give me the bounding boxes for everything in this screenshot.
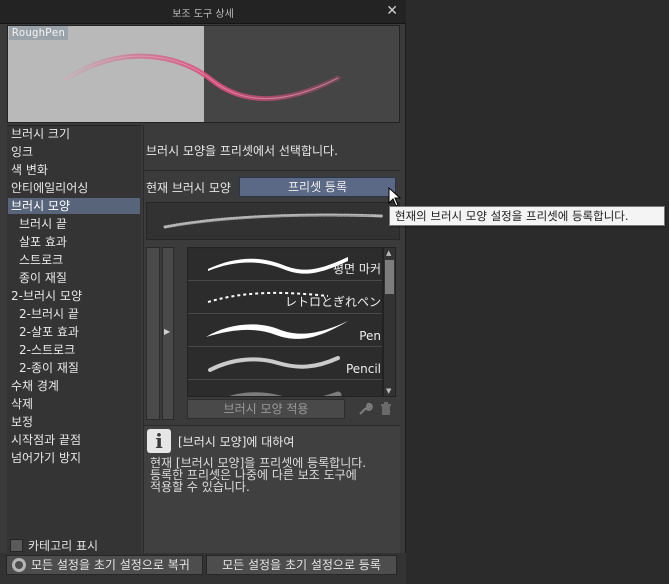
- preview-stroke: [60, 53, 341, 102]
- category-item[interactable]: 수채 경계: [8, 378, 140, 394]
- material-label: レトロとぎれペン: [284, 295, 381, 309]
- material-label: Airbrush: [331, 395, 382, 396]
- category-item[interactable]: 브러시 끝: [8, 216, 140, 232]
- category-item[interactable]: 살포 효과: [8, 234, 140, 250]
- reset-icon: [12, 558, 26, 572]
- material-panel-bar[interactable]: [146, 247, 160, 420]
- category-item[interactable]: 스트로크: [8, 252, 140, 268]
- category-item[interactable]: 보정: [8, 414, 140, 430]
- category-item[interactable]: 브러시 모양: [8, 198, 140, 214]
- info-icon: i: [147, 429, 171, 453]
- category-item[interactable]: 2-브러시 끝: [8, 306, 140, 322]
- category-item[interactable]: 잉크: [8, 144, 140, 160]
- register-preset-button[interactable]: 프리셋 등록: [239, 177, 396, 197]
- tooltip: 현재의 브러시 모양 설정을 프리셋에 등록합니다.: [389, 206, 665, 226]
- category-item[interactable]: 시작점과 끝점: [8, 432, 140, 448]
- wrench-icon[interactable]: [357, 401, 373, 417]
- info-line: 적용할 수 있습니다.: [150, 480, 250, 494]
- current-brush-stroke-preview: [146, 202, 400, 240]
- brush-name-label: RoughPen: [9, 26, 68, 40]
- reset-all-settings-label: 모든 설정을 초기 설정으로 복귀: [31, 558, 190, 572]
- category-item[interactable]: 2-살포 효과: [8, 324, 140, 340]
- material-item[interactable]: レトロとぎれペン: [188, 282, 382, 314]
- category-list: 브러시 크기잉크색 변화안티에일리어싱브러시 모양브러시 끝살포 효과스트로크종…: [7, 125, 141, 553]
- brush-preview: RoughPen: [7, 25, 400, 123]
- show-category-checkbox[interactable]: 카테고리 표시: [10, 538, 99, 553]
- category-item[interactable]: 넘어가기 방지: [8, 450, 140, 466]
- material-label: Pen: [359, 329, 381, 343]
- material-item[interactable]: Pencil: [188, 348, 382, 380]
- panel-description: 브러시 모양을 프리셋에서 선택합니다.: [146, 144, 338, 158]
- sub-tool-detail-window: 보조 도구 상세 ✕ RoughPen 브러시 크기 잉크 색 변화 안티에일리어싱 브…: [0, 0, 406, 584]
- category-item[interactable]: 브러시 크기: [8, 126, 140, 142]
- show-category-label: 카테고리 표시: [28, 538, 99, 553]
- category-item[interactable]: 안티에일리어싱: [8, 180, 140, 196]
- mouse-pointer-icon: [388, 187, 402, 207]
- category-item[interactable]: 2-종이 재질: [8, 360, 140, 376]
- scrollbar-thumb[interactable]: [385, 260, 394, 294]
- trash-icon[interactable]: [378, 401, 394, 417]
- category-item[interactable]: 2-스트로크: [8, 342, 140, 358]
- category-item[interactable]: 2-브러시 모양: [8, 288, 140, 304]
- register-all-settings-button[interactable]: 모든 설정을 초기 설정으로 등록: [206, 555, 397, 575]
- reset-all-settings-button[interactable]: 모든 설정을 초기 설정으로 복귀: [6, 555, 203, 575]
- material-item[interactable]: 평면 마커: [188, 249, 382, 281]
- category-item[interactable]: 색 변화: [8, 162, 140, 178]
- brush-shape-material-list: 평면 마커 レトロとぎれペン Pen Pencil Airbrush: [187, 247, 383, 397]
- current-brush-shape-label: 현재 브러시 모양: [146, 181, 231, 195]
- category-item[interactable]: 삭제: [8, 396, 140, 412]
- material-stroke-sample: [206, 321, 348, 339]
- info-title: [브러시 모양]에 대하여: [178, 435, 295, 449]
- checkbox-box[interactable]: [10, 538, 23, 552]
- material-item[interactable]: Airbrush: [188, 381, 382, 396]
- category-item[interactable]: 종이 재질: [8, 270, 140, 286]
- material-item[interactable]: Pen: [188, 315, 382, 347]
- close-icon[interactable]: ✕: [386, 3, 398, 19]
- scroll-down-icon[interactable]: ▼: [386, 387, 391, 395]
- apply-brush-shape-button[interactable]: 브러시 모양 적용: [187, 399, 345, 419]
- title-bar[interactable]: 보조 도구 상세 ✕: [0, 0, 406, 24]
- material-label: 평면 마커: [333, 262, 381, 276]
- panel-divider: [143, 170, 400, 171]
- material-label: Pencil: [345, 362, 381, 376]
- expand-arrow-icon[interactable]: ▶: [164, 327, 170, 336]
- window-title: 보조 도구 상세: [172, 9, 234, 20]
- scroll-up-icon[interactable]: ▲: [386, 249, 391, 257]
- material-list-scrollbar[interactable]: ▲ ▼: [383, 247, 396, 397]
- info-text: 현재 [브러시 모양]을 프리셋에 등록합니다. 등록한 프리셋은 나중에 다른…: [150, 457, 396, 493]
